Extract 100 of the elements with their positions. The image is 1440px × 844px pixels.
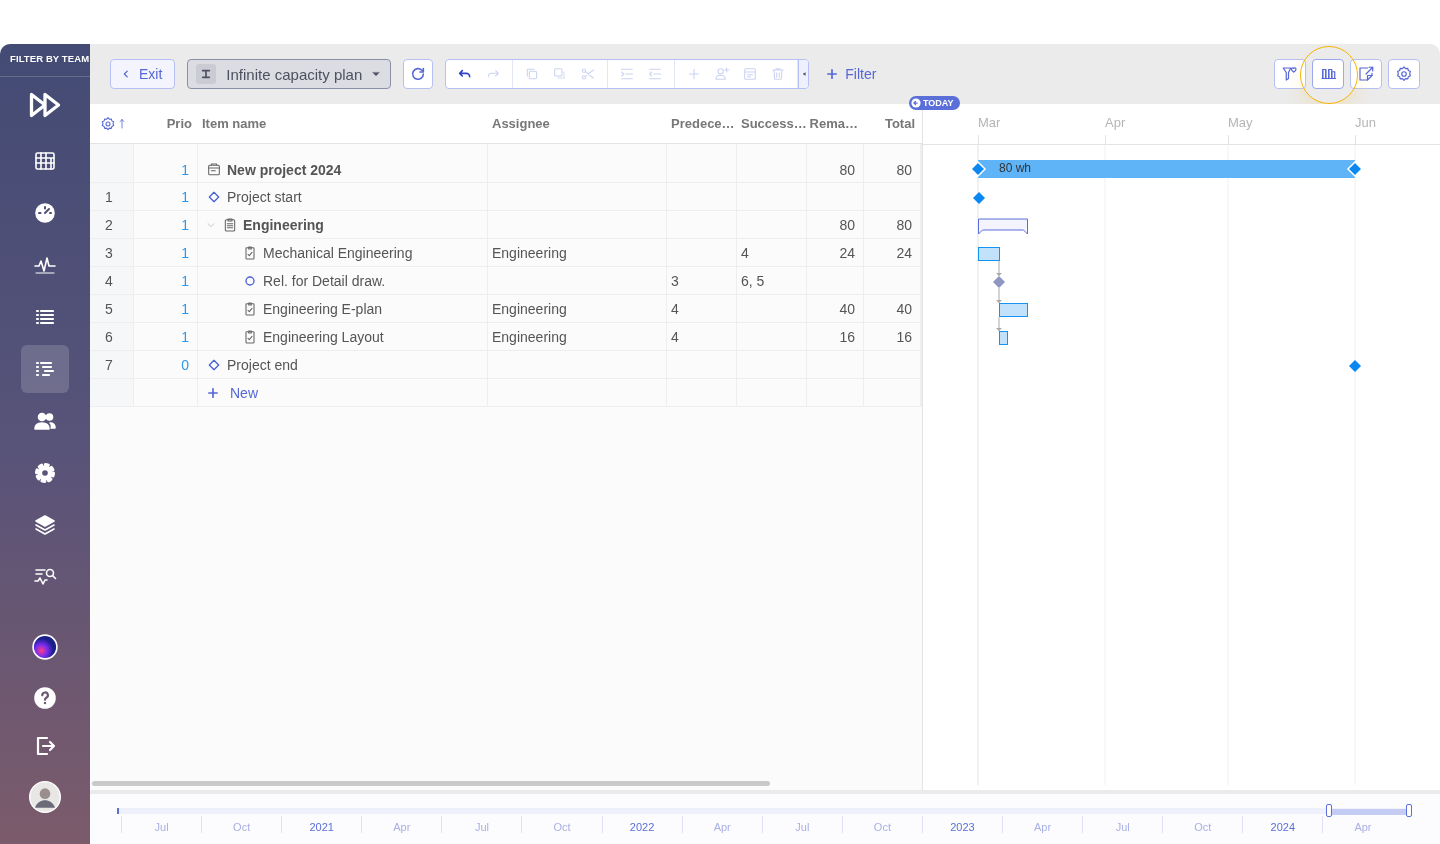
help-icon[interactable] <box>33 686 57 710</box>
columns-button[interactable] <box>1312 59 1344 89</box>
priority-value[interactable]: 1 <box>134 183 198 210</box>
range-handle[interactable] <box>1326 804 1332 817</box>
plus-icon <box>208 387 218 398</box>
table-row[interactable]: 3 1 Mechanical Engineering Engineering 4 24 24 <box>90 239 922 267</box>
table-cell-text: 16 <box>838 327 856 347</box>
month-label: Apr <box>1105 115 1126 130</box>
layers-icon <box>33 513 57 537</box>
new-item-button[interactable]: New <box>206 384 260 401</box>
event-diamond[interactable] <box>993 276 1005 288</box>
project-icon <box>206 162 222 178</box>
column-header[interactable]: Assignee <box>488 104 667 143</box>
trash-icon <box>770 66 787 82</box>
priority-value[interactable]: 1 <box>134 295 198 322</box>
settings-icon <box>1395 65 1413 83</box>
month-label: May <box>1228 115 1253 130</box>
item-name[interactable]: Project end <box>227 356 298 373</box>
orb-icon[interactable] <box>32 634 58 660</box>
grid-icon <box>33 149 57 173</box>
avatar-icon[interactable] <box>29 781 61 813</box>
month-label: Apr <box>681 816 762 833</box>
table-row[interactable]: 2 1 Engineering 80 80 <box>90 211 922 239</box>
arrow-left-circle-icon <box>911 98 921 108</box>
scissors-icon <box>580 66 597 82</box>
milestone-diamond[interactable] <box>1349 360 1361 372</box>
row-number: 2 <box>104 215 114 235</box>
table-cell-text: Engineering <box>491 243 568 263</box>
priority-value[interactable]: 1 <box>134 323 198 350</box>
dependency-arrow <box>996 287 1002 304</box>
table-row[interactable]: 6 1 Engineering Layout Engineering 4 16 16 <box>90 323 922 351</box>
scrollbar-thumb[interactable] <box>92 781 770 786</box>
plan-dropdown[interactable]: Infinite capacity plan <box>187 59 392 89</box>
nav-item[interactable] <box>21 345 69 393</box>
priority-value[interactable]: 1 <box>134 144 198 182</box>
task-icon <box>242 244 258 261</box>
caret-icon <box>801 71 806 77</box>
today-button[interactable]: TODAY <box>909 96 960 110</box>
table-row[interactable]: 1 1 Project start <box>90 183 922 211</box>
project-bar[interactable] <box>969 160 1364 178</box>
milestone-diamond[interactable] <box>973 192 985 204</box>
exit-button[interactable]: Exit <box>110 59 176 89</box>
indent-icon <box>619 66 636 82</box>
month-label: Mar <box>978 115 1001 130</box>
chevron-left-icon <box>121 69 131 79</box>
refresh-button[interactable] <box>403 59 434 89</box>
task-bar[interactable] <box>999 331 1008 345</box>
month-label: Apr <box>1002 816 1083 833</box>
task-icon <box>242 328 258 345</box>
month-label: Oct <box>201 816 282 833</box>
priority-value[interactable]: 1 <box>134 267 198 294</box>
dependency-arrow <box>996 260 1002 277</box>
month-label: Oct <box>521 816 602 833</box>
item-name[interactable]: New project 2024 <box>227 162 342 178</box>
plan-type-icon <box>201 69 212 79</box>
month-label: Jun <box>1355 115 1376 130</box>
table-row[interactable]: 4 1 Rel. for Detail draw. 3 6, 5 <box>90 267 922 295</box>
month-label: Jul <box>1082 816 1163 833</box>
table-cell-text: 16 <box>895 327 913 347</box>
column-settings-icon <box>99 115 116 132</box>
row-number: 7 <box>104 355 114 375</box>
refresh-icon <box>410 66 427 82</box>
table-cell-text: 4 <box>670 299 680 319</box>
table-row[interactable]: 7 0 Project end <box>90 351 922 379</box>
column-header[interactable]: Item name <box>198 104 488 143</box>
row-number: 3 <box>104 243 114 263</box>
filter-button[interactable]: Filter <box>821 59 883 89</box>
range-selection[interactable] <box>1329 809 1409 815</box>
item-name[interactable]: Mechanical Engineering <box>263 244 413 261</box>
row-number: 6 <box>104 327 114 347</box>
dependency-arrow <box>996 316 1002 332</box>
range-start-marker[interactable] <box>117 808 119 814</box>
summary-bar[interactable] <box>978 218 1028 235</box>
settings-button[interactable] <box>1388 59 1420 89</box>
month-label: Oct <box>841 816 922 833</box>
table-cell-text: 40 <box>895 299 913 319</box>
task-bar[interactable] <box>999 303 1028 317</box>
priority-value[interactable]: 1 <box>134 211 198 238</box>
table-cell-text: 6, 5 <box>740 271 766 291</box>
table-row[interactable]: 1 New project 2024 80 80 <box>90 144 922 183</box>
month-label: Jul <box>441 816 522 833</box>
plus-icon <box>827 69 838 79</box>
item-name[interactable]: Engineering <box>243 216 324 233</box>
column-header[interactable]: Predece… <box>667 104 737 143</box>
column-header[interactable]: Rema… <box>807 104 864 143</box>
item-name[interactable]: Engineering E-plan <box>263 300 383 317</box>
priority-value[interactable]: 1 <box>134 239 198 266</box>
export-button[interactable] <box>1350 59 1382 89</box>
table-cell-text: 4 <box>670 327 680 347</box>
table-row[interactable]: 5 1 Engineering E-plan Engineering 4 40 40 <box>90 295 922 323</box>
item-name[interactable]: Engineering Layout <box>263 328 384 345</box>
column-header[interactable]: Prio <box>134 104 198 143</box>
item-name[interactable]: Rel. for Detail draw. <box>263 272 386 289</box>
priority-value[interactable]: 0 <box>134 351 198 378</box>
filter-heart-button[interactable] <box>1274 59 1306 89</box>
table-cell-text: 40 <box>838 299 856 319</box>
column-header[interactable]: Success… <box>737 104 807 143</box>
item-name[interactable]: Project start <box>227 188 302 205</box>
range-handle[interactable] <box>1406 804 1412 817</box>
task-bar[interactable] <box>978 247 1000 261</box>
